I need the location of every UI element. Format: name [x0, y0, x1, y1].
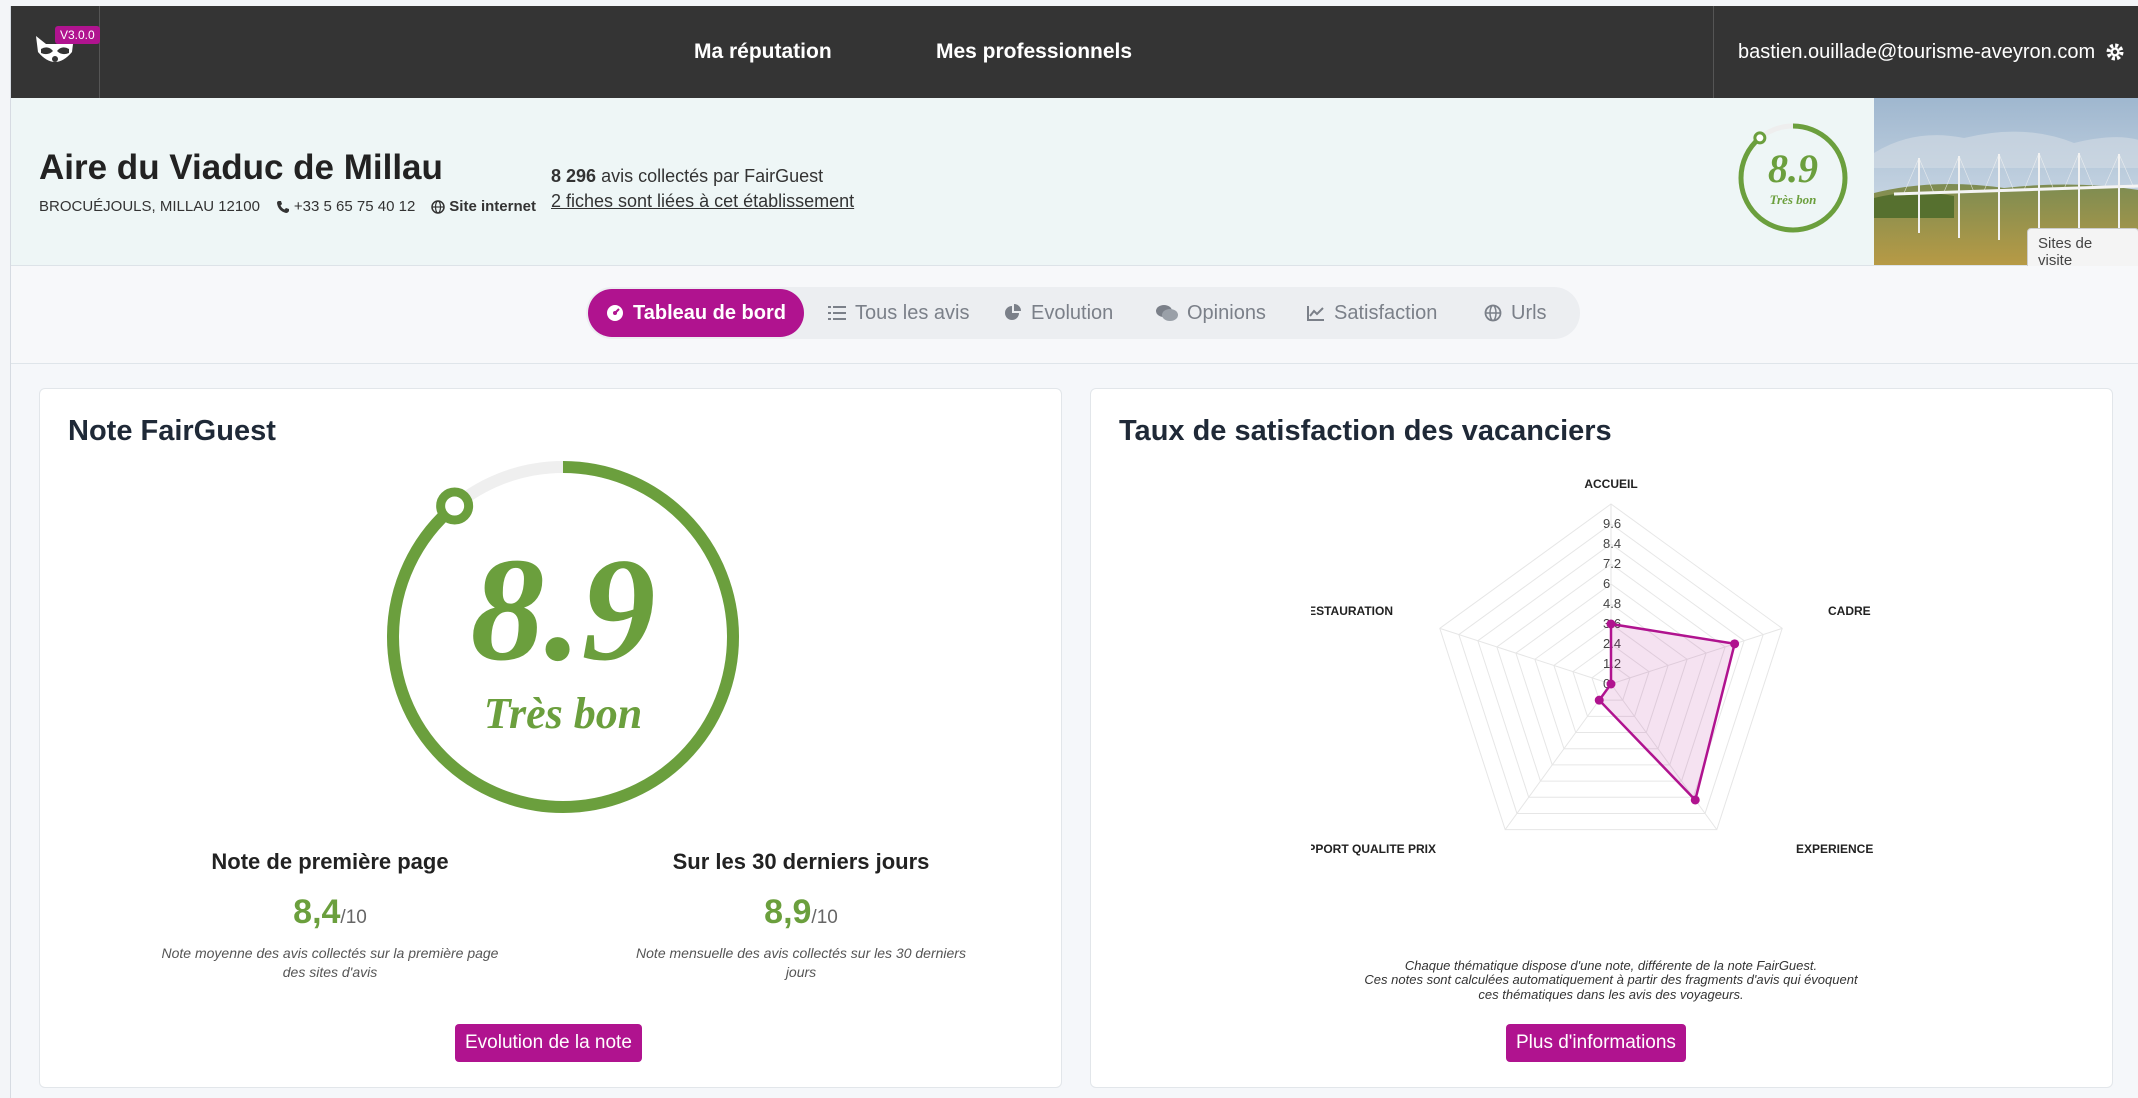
mini-score-label: Très bon	[1770, 192, 1817, 207]
logo[interactable]: V3.0.0	[11, 6, 100, 98]
tab-opinions[interactable]: Opinions	[1156, 289, 1266, 337]
nav-mes-professionnels[interactable]: Mes professionnels	[936, 40, 1132, 64]
user-email: bastien.ouillade@tourisme-aveyron.com	[1738, 40, 2096, 63]
app-frame: V3.0.0 Ma réputation Mes professionnels …	[10, 6, 2138, 1098]
website-label: Site internet	[449, 198, 536, 215]
linked-fiches-link[interactable]: 2 fiches sont liées à cet établissement	[551, 191, 854, 212]
phone[interactable]: +33 5 65 75 40 12	[276, 198, 415, 215]
website-link[interactable]: Site internet	[431, 198, 536, 215]
plus-informations-button[interactable]: Plus d'informations	[1506, 1024, 1686, 1062]
list-icon	[828, 306, 846, 320]
radar-axis	[1504, 683, 1612, 830]
radar-data-point	[1730, 639, 1740, 649]
tabs-container: Tableau de bord Tous les avis Evolution …	[586, 287, 1580, 339]
dashboard-icon	[607, 305, 623, 321]
satisfaction-card: Taux de satisfaction des vacanciers 01.2…	[1090, 388, 2113, 1088]
radar-tick-label: 9.6	[1603, 516, 1621, 531]
stat-title: Note de première page	[211, 849, 449, 874]
card-title: Taux de satisfaction des vacanciers	[1119, 415, 1612, 447]
reviews-count-suffix: avis collectés par FairGuest	[601, 166, 824, 186]
stat-description: Note mensuelle des avis collectés sur le…	[636, 945, 966, 980]
tab-urls[interactable]: Urls	[1484, 289, 1547, 337]
stat-value: 8,4/10	[293, 893, 367, 931]
phone-number: +33 5 65 75 40 12	[293, 198, 416, 215]
establishment-header: Aire du Viaduc de Millau BROCUÉJOULS, MI…	[11, 98, 2138, 276]
establishment-name: Aire du Viaduc de Millau	[39, 148, 443, 187]
tab-label: Evolution	[1031, 301, 1114, 324]
score-value: 8.9	[471, 528, 656, 692]
mini-score-gauge: 8.9 Très bon	[1738, 123, 1848, 233]
radar-category-label: CADRE	[1828, 604, 1871, 618]
card-title: Note FairGuest	[68, 415, 276, 447]
score-label: Très bon	[484, 689, 643, 738]
tab-tous-les-avis[interactable]: Tous les avis	[828, 289, 970, 337]
evolution-note-button[interactable]: Evolution de la note	[455, 1024, 642, 1062]
nav-ma-reputation[interactable]: Ma réputation	[694, 40, 832, 64]
address: BROCUÉJOULS, MILLAU 12100	[39, 198, 260, 215]
stat-description: Note moyenne des avis collectés sur la p…	[161, 945, 499, 980]
radar-data-point	[1606, 619, 1616, 629]
top-navbar: V3.0.0 Ma réputation Mes professionnels …	[11, 6, 2138, 98]
radar-tick-label: 7.2	[1603, 556, 1621, 571]
tab-satisfaction[interactable]: Satisfaction	[1307, 289, 1437, 337]
radar-category-label: EXPERIENCE	[1796, 842, 1873, 856]
establishment-meta: BROCUÉJOULS, MILLAU 12100 +33 5 65 75 40…	[39, 198, 536, 215]
tab-evolution[interactable]: Evolution	[1004, 289, 1113, 337]
pie-chart-icon	[1005, 304, 1021, 320]
radar-series-area	[1597, 622, 1737, 803]
comments-icon	[1156, 305, 1178, 321]
last-30-days-score: Sur les 30 derniers jours 8,9/10 Note me…	[621, 849, 981, 982]
radar-data-point	[1606, 679, 1616, 689]
mini-score-value: 8.9	[1768, 146, 1818, 191]
radar-tick-label: 6	[1603, 576, 1610, 591]
radar-data-point	[1690, 795, 1700, 805]
radar-tick-label: 8.4	[1603, 536, 1621, 551]
radar-category-label: RESTAURATION	[1311, 604, 1393, 618]
radar-explanation: Chaque thématique dispose d'une note, di…	[1364, 958, 1858, 1002]
tab-tableau-de-bord[interactable]: Tableau de bord	[588, 289, 804, 337]
radar-data-point	[1594, 695, 1604, 705]
phone-icon	[276, 200, 289, 213]
note-fairguest-card: Note FairGuest 8.9 Très bon Note de prem…	[39, 388, 1062, 1088]
tab-label: Tous les avis	[855, 301, 970, 324]
user-menu[interactable]: bastien.ouillade@tourisme-aveyron.com	[1713, 6, 2138, 98]
reviews-count-number: 8 296	[551, 166, 597, 186]
stat-title: Sur les 30 derniers jours	[672, 849, 930, 874]
version-badge: V3.0.0	[55, 26, 100, 44]
radar-tick-label: 4.8	[1603, 596, 1621, 611]
line-chart-icon	[1307, 306, 1324, 321]
score-gauge: 8.9 Très bon	[387, 461, 739, 813]
globe-icon	[1484, 304, 1502, 322]
radar-category-label: ACCUEIL	[1584, 479, 1637, 491]
stat-value: 8,9/10	[764, 893, 838, 931]
tab-label: Tableau de bord	[633, 301, 786, 324]
satisfaction-radar-chart: 01.22.43.64.867.28.49.6ACCUEILCADREEXPER…	[1311, 479, 1873, 856]
tabs-bar: Tableau de bord Tous les avis Evolution …	[11, 266, 2138, 364]
reviews-count: 8 296 avis collectés par FairGuest	[551, 166, 823, 187]
tab-label: Satisfaction	[1334, 301, 1438, 324]
gear-icon[interactable]	[2105, 42, 2125, 62]
radar-category-label: RAPPORT QUALITE PRIX	[1311, 842, 1436, 856]
tab-label: Opinions	[1187, 301, 1266, 324]
globe-icon	[431, 199, 446, 214]
first-page-score: Note de première page 8,4/10 Note moyenn…	[150, 849, 510, 982]
tab-label: Urls	[1511, 301, 1547, 324]
